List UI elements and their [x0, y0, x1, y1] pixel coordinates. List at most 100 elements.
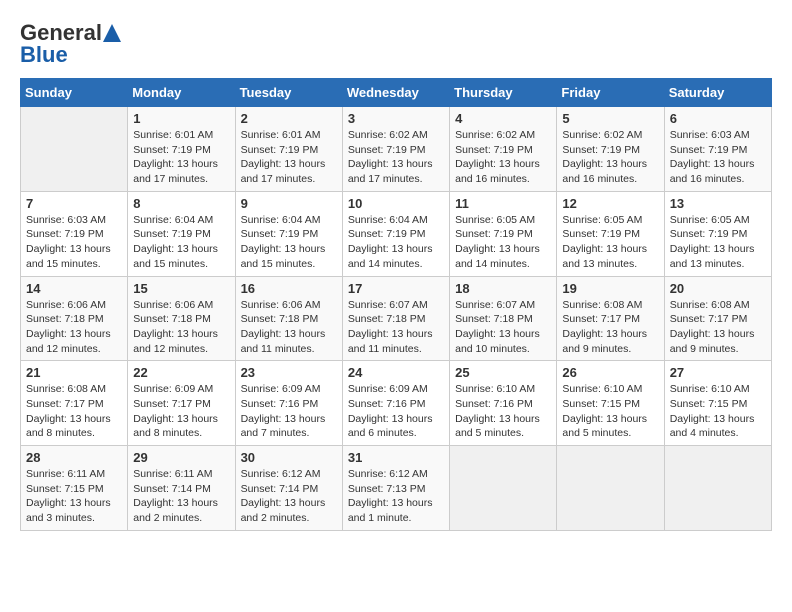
day-number: 28: [26, 450, 122, 465]
day-info: Sunrise: 6:08 AM Sunset: 7:17 PM Dayligh…: [26, 382, 122, 441]
day-number: 23: [241, 365, 337, 380]
calendar-week-4: 21 Sunrise: 6:08 AM Sunset: 7:17 PM Dayli…: [21, 361, 772, 446]
day-number: 11: [455, 196, 551, 211]
day-info: Sunrise: 6:05 AM Sunset: 7:19 PM Dayligh…: [562, 213, 658, 272]
calendar-week-2: 7Sunrise: 6:03 AM Sunset: 7:19 PM Daylig…: [21, 191, 772, 276]
day-number: 8: [133, 196, 229, 211]
day-info: Sunrise: 6:09 AM Sunset: 7:17 PM Dayligh…: [133, 382, 229, 441]
weekday-header-row: SundayMondayTuesdayWednesdayThursdayFrid…: [21, 79, 772, 107]
day-number: 16: [241, 281, 337, 296]
day-number: 21: [26, 365, 122, 380]
day-info: Sunrise: 6:04 AM Sunset: 7:19 PM Dayligh…: [133, 213, 229, 272]
day-number: 7: [26, 196, 122, 211]
logo-blue-text: Blue: [20, 42, 68, 68]
day-info: Sunrise: 6:05 AM Sunset: 7:19 PM Dayligh…: [455, 213, 551, 272]
calendar-cell: [21, 107, 128, 192]
logo: General Blue: [20, 20, 122, 68]
weekday-header-saturday: Saturday: [664, 79, 771, 107]
day-info: Sunrise: 6:05 AM Sunset: 7:19 PM Dayligh…: [670, 213, 766, 272]
day-info: Sunrise: 6:07 AM Sunset: 7:18 PM Dayligh…: [455, 298, 551, 357]
weekday-header-tuesday: Tuesday: [235, 79, 342, 107]
day-info: Sunrise: 6:12 AM Sunset: 7:14 PM Dayligh…: [241, 467, 337, 526]
page-header: General Blue: [20, 20, 772, 68]
day-info: Sunrise: 6:10 AM Sunset: 7:15 PM Dayligh…: [670, 382, 766, 441]
day-number: 6: [670, 111, 766, 126]
day-info: Sunrise: 6:08 AM Sunset: 7:17 PM Dayligh…: [562, 298, 658, 357]
day-info: Sunrise: 6:11 AM Sunset: 7:15 PM Dayligh…: [26, 467, 122, 526]
calendar-cell: 25 Sunrise: 6:10 AM Sunset: 7:16 PM Dayli…: [450, 361, 557, 446]
logo-icon: [103, 24, 121, 42]
day-number: 22: [133, 365, 229, 380]
day-info: Sunrise: 6:06 AM Sunset: 7:18 PM Dayligh…: [241, 298, 337, 357]
day-number: 10: [348, 196, 444, 211]
day-info: Sunrise: 6:07 AM Sunset: 7:18 PM Dayligh…: [348, 298, 444, 357]
day-number: 15: [133, 281, 229, 296]
calendar-cell: 24 Sunrise: 6:09 AM Sunset: 7:16 PM Dayli…: [342, 361, 449, 446]
weekday-header-friday: Friday: [557, 79, 664, 107]
day-info: Sunrise: 6:06 AM Sunset: 7:18 PM Dayligh…: [133, 298, 229, 357]
weekday-header-thursday: Thursday: [450, 79, 557, 107]
day-info: Sunrise: 6:04 AM Sunset: 7:19 PM Dayligh…: [241, 213, 337, 272]
day-info: Sunrise: 6:03 AM Sunset: 7:19 PM Dayligh…: [670, 128, 766, 187]
day-info: Sunrise: 6:02 AM Sunset: 7:19 PM Dayligh…: [348, 128, 444, 187]
day-info: Sunrise: 6:06 AM Sunset: 7:18 PM Dayligh…: [26, 298, 122, 357]
calendar-table: SundayMondayTuesdayWednesdayThursdayFrid…: [20, 78, 772, 531]
calendar-cell: 12Sunrise: 6:05 AM Sunset: 7:19 PM Dayli…: [557, 191, 664, 276]
day-number: 24: [348, 365, 444, 380]
calendar-body: 1 Sunrise: 6:01 AM Sunset: 7:19 PM Daylig…: [21, 107, 772, 531]
calendar-cell: 3Sunrise: 6:02 AM Sunset: 7:19 PM Daylig…: [342, 107, 449, 192]
calendar-cell: 23 Sunrise: 6:09 AM Sunset: 7:16 PM Dayli…: [235, 361, 342, 446]
calendar-cell: 10 Sunrise: 6:04 AM Sunset: 7:19 PM Dayli…: [342, 191, 449, 276]
weekday-header-sunday: Sunday: [21, 79, 128, 107]
day-info: Sunrise: 6:09 AM Sunset: 7:16 PM Dayligh…: [348, 382, 444, 441]
day-number: 31: [348, 450, 444, 465]
day-number: 18: [455, 281, 551, 296]
weekday-header-wednesday: Wednesday: [342, 79, 449, 107]
calendar-cell: 6 Sunrise: 6:03 AM Sunset: 7:19 PM Daylig…: [664, 107, 771, 192]
day-info: Sunrise: 6:10 AM Sunset: 7:15 PM Dayligh…: [562, 382, 658, 441]
day-info: Sunrise: 6:02 AM Sunset: 7:19 PM Dayligh…: [455, 128, 551, 187]
calendar-cell: 30 Sunrise: 6:12 AM Sunset: 7:14 PM Dayli…: [235, 446, 342, 531]
day-number: 14: [26, 281, 122, 296]
calendar-cell: 20Sunrise: 6:08 AM Sunset: 7:17 PM Dayli…: [664, 276, 771, 361]
day-number: 1: [133, 111, 229, 126]
calendar-cell: 21 Sunrise: 6:08 AM Sunset: 7:17 PM Dayli…: [21, 361, 128, 446]
day-number: 26: [562, 365, 658, 380]
day-info: Sunrise: 6:10 AM Sunset: 7:16 PM Dayligh…: [455, 382, 551, 441]
calendar-cell: 16 Sunrise: 6:06 AM Sunset: 7:18 PM Dayli…: [235, 276, 342, 361]
calendar-cell: 7Sunrise: 6:03 AM Sunset: 7:19 PM Daylig…: [21, 191, 128, 276]
day-number: 25: [455, 365, 551, 380]
calendar-cell: 8 Sunrise: 6:04 AM Sunset: 7:19 PM Daylig…: [128, 191, 235, 276]
day-info: Sunrise: 6:04 AM Sunset: 7:19 PM Dayligh…: [348, 213, 444, 272]
day-number: 19: [562, 281, 658, 296]
day-number: 9: [241, 196, 337, 211]
calendar-cell: 28 Sunrise: 6:11 AM Sunset: 7:15 PM Dayli…: [21, 446, 128, 531]
calendar-cell: 4Sunrise: 6:02 AM Sunset: 7:19 PM Daylig…: [450, 107, 557, 192]
day-number: 30: [241, 450, 337, 465]
calendar-cell: 18 Sunrise: 6:07 AM Sunset: 7:18 PM Dayli…: [450, 276, 557, 361]
calendar-week-3: 14 Sunrise: 6:06 AM Sunset: 7:18 PM Dayli…: [21, 276, 772, 361]
calendar-cell: 14 Sunrise: 6:06 AM Sunset: 7:18 PM Dayli…: [21, 276, 128, 361]
calendar-cell: 11 Sunrise: 6:05 AM Sunset: 7:19 PM Dayli…: [450, 191, 557, 276]
calendar-cell: [450, 446, 557, 531]
calendar-header: SundayMondayTuesdayWednesdayThursdayFrid…: [21, 79, 772, 107]
day-number: 5: [562, 111, 658, 126]
day-info: Sunrise: 6:08 AM Sunset: 7:17 PM Dayligh…: [670, 298, 766, 357]
calendar-cell: 26 Sunrise: 6:10 AM Sunset: 7:15 PM Dayli…: [557, 361, 664, 446]
day-info: Sunrise: 6:11 AM Sunset: 7:14 PM Dayligh…: [133, 467, 229, 526]
calendar-week-1: 1 Sunrise: 6:01 AM Sunset: 7:19 PM Daylig…: [21, 107, 772, 192]
day-info: Sunrise: 6:01 AM Sunset: 7:19 PM Dayligh…: [133, 128, 229, 187]
calendar-cell: 27Sunrise: 6:10 AM Sunset: 7:15 PM Dayli…: [664, 361, 771, 446]
calendar-cell: 15 Sunrise: 6:06 AM Sunset: 7:18 PM Dayli…: [128, 276, 235, 361]
day-number: 29: [133, 450, 229, 465]
calendar-cell: 19 Sunrise: 6:08 AM Sunset: 7:17 PM Dayli…: [557, 276, 664, 361]
calendar-week-5: 28 Sunrise: 6:11 AM Sunset: 7:15 PM Dayli…: [21, 446, 772, 531]
day-number: 13: [670, 196, 766, 211]
day-info: Sunrise: 6:01 AM Sunset: 7:19 PM Dayligh…: [241, 128, 337, 187]
calendar-cell: 22 Sunrise: 6:09 AM Sunset: 7:17 PM Dayli…: [128, 361, 235, 446]
weekday-header-monday: Monday: [128, 79, 235, 107]
calendar-cell: [557, 446, 664, 531]
day-info: Sunrise: 6:09 AM Sunset: 7:16 PM Dayligh…: [241, 382, 337, 441]
day-number: 17: [348, 281, 444, 296]
calendar-cell: 13 Sunrise: 6:05 AM Sunset: 7:19 PM Dayli…: [664, 191, 771, 276]
